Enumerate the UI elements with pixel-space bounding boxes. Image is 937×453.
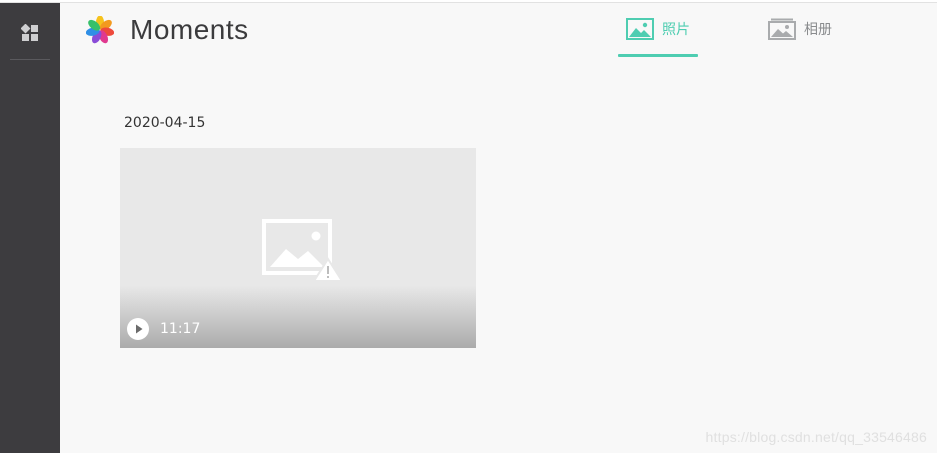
active-tab-indicator xyxy=(618,54,698,57)
tab-photos[interactable]: 照片 xyxy=(618,14,698,58)
tab-photos-label: 照片 xyxy=(662,22,690,38)
tab-albums[interactable]: 相册 xyxy=(760,14,840,58)
apps-menu-button[interactable] xyxy=(10,9,50,57)
video-thumbnail[interactable]: 11:17 xyxy=(120,148,476,348)
play-button[interactable] xyxy=(127,318,149,340)
window-top-border xyxy=(0,0,937,3)
thumbnail-gradient xyxy=(120,286,476,348)
apps-grid-icon xyxy=(21,24,38,41)
tab-albums-label: 相册 xyxy=(804,22,832,38)
photo-icon xyxy=(626,18,654,40)
albums-icon xyxy=(768,18,796,40)
watermark-text: https://blog.csdn.net/qq_33546486 xyxy=(705,429,927,445)
play-icon xyxy=(136,324,143,334)
broken-image-icon xyxy=(262,219,344,282)
app-title: Moments xyxy=(130,14,249,45)
moments-logo-icon xyxy=(86,16,114,44)
video-duration: 11:17 xyxy=(160,321,201,337)
moment-date-heading: 2020-04-15 xyxy=(124,115,206,131)
rail-divider xyxy=(10,59,50,60)
left-rail xyxy=(0,3,60,453)
